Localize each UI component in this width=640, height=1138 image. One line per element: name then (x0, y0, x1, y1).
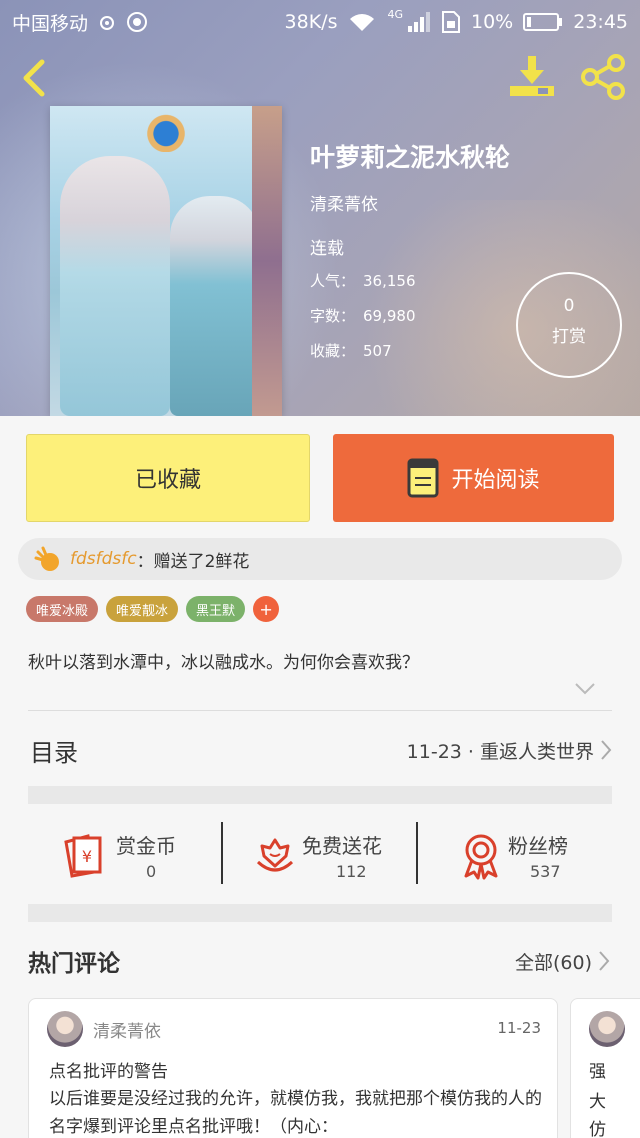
catalog-row[interactable]: 目录 11-23 · 重返人类世界 (0, 712, 640, 788)
tip-count: 0 (563, 296, 575, 316)
book-icon (407, 458, 439, 498)
flower-icon (34, 546, 59, 571)
comment-text-fragment: 大 (589, 1092, 606, 1112)
stats-row: ¥ 赏金币 0 免费送花 112 粉丝榜 537 (0, 822, 640, 906)
chevron-right-icon[interactable] (598, 950, 610, 972)
cover-figure (60, 156, 170, 416)
book-status: 连载 (310, 239, 344, 259)
carrier-name: 中国移动 (12, 12, 89, 35)
book-title: 叶萝莉之泥水秋轮 (310, 143, 511, 172)
favorites-value: 507 (363, 342, 392, 360)
cover-frame (252, 106, 282, 416)
avatar[interactable] (47, 1011, 83, 1047)
collected-label: 已收藏 (134, 468, 201, 493)
hd-signal-icon (96, 13, 118, 31)
chevron-right-icon (601, 740, 612, 760)
flowers-value: 112 (336, 862, 367, 881)
tip-label: 打赏 (552, 327, 586, 347)
section-separator (28, 786, 612, 804)
section-separator (28, 904, 612, 922)
status-bar: 中国移动 38K/s 4G 10% 23:45 (0, 0, 640, 44)
word-count-stat: 字数： 69,980 (310, 305, 416, 326)
red-envelope-icon: ¥ (64, 834, 102, 878)
stat-divider (416, 822, 418, 884)
book-cover-image[interactable] (50, 106, 282, 416)
back-arrow-icon (23, 59, 45, 97)
comment-body: 以后谁要是没经过我的允许，就模仿我，我就把那个模仿我的人的名字爆到评论里点名批评… (49, 1089, 542, 1137)
start-reading-label: 开始阅读 (451, 468, 540, 493)
all-comments-link[interactable]: 全部(60) (515, 948, 592, 975)
gift-user[interactable]: fdsfdsfc (70, 549, 137, 569)
fans-label: 粉丝榜 (508, 834, 568, 858)
network-type: 4G (387, 7, 403, 21)
latest-chapter: 11-23 · 重返人类世界 (406, 740, 594, 763)
hotspot-icon (126, 11, 148, 33)
comment-card[interactable]: 强 大 仿 (570, 998, 640, 1138)
favorites-label: 收藏： (310, 342, 356, 360)
word-count-value: 69,980 (363, 307, 416, 325)
tip-button[interactable]: 0 打赏 (516, 272, 622, 378)
popularity-stat: 人气： 36,156 (310, 270, 416, 291)
svg-text:¥: ¥ (82, 847, 92, 866)
medal-icon (464, 834, 498, 880)
cover-heart-ornament (136, 106, 196, 152)
fans-stat[interactable]: 粉丝榜 537 (456, 822, 596, 906)
download-icon (510, 56, 554, 96)
tag[interactable]: 黑王默 (186, 596, 246, 622)
fans-value: 537 (530, 862, 561, 881)
favorites-stat: 收藏： 507 (310, 340, 392, 361)
gift-text: ：赠送了2鲜花 (136, 551, 250, 572)
share-icon (581, 54, 625, 100)
coins-value: 0 (146, 862, 157, 881)
word-count-label: 字数： (310, 307, 356, 325)
flowers-stat[interactable]: 免费送花 112 (250, 822, 410, 906)
coins-stat[interactable]: ¥ 赏金币 0 (60, 822, 210, 906)
divider (28, 710, 612, 711)
tag[interactable]: 唯爱靓冰 (106, 596, 179, 622)
wifi-icon (347, 11, 377, 33)
back-button[interactable] (14, 56, 58, 100)
coins-label: 赏金币 (116, 834, 176, 858)
comment-heading: 点名批评的警告 (49, 1062, 168, 1082)
catalog-title: 目录 (30, 738, 78, 767)
add-tag-button[interactable]: + (253, 596, 280, 622)
avatar[interactable] (589, 1011, 625, 1047)
flower-outline-icon (256, 838, 294, 872)
comment-author[interactable]: 清柔菁依 (93, 1017, 161, 1042)
comment-card[interactable]: 清柔菁依 11-23 点名批评的警告 以后谁要是没经过我的允许，就模仿我，我就把… (28, 998, 558, 1138)
expand-chevron-icon[interactable] (574, 682, 596, 696)
book-description: 秋叶以落到水潭中，冰以融成水。为何你会喜欢我？ (28, 653, 419, 673)
comment-text-fragment: 强 (589, 1062, 606, 1082)
gift-notice: fdsfdsfc ：赠送了2鲜花 (18, 538, 622, 580)
book-author[interactable]: 清柔菁依 (310, 190, 378, 215)
network-speed: 38K/s (284, 11, 338, 33)
hot-comments-title: 热门评论 (28, 951, 120, 977)
battery-percent: 10% (471, 11, 514, 33)
download-button[interactable] (508, 54, 558, 100)
cover-figure (170, 196, 260, 416)
share-button[interactable] (580, 54, 628, 100)
cell-signal-icon (407, 11, 431, 33)
popularity-value: 36,156 (363, 272, 416, 290)
tag-list: 唯爱冰殿 唯爱靓冰 黑王默 + (26, 596, 280, 622)
clock-time: 23:45 (573, 11, 628, 33)
sim-icon (441, 10, 461, 34)
flowers-label: 免费送花 (302, 834, 382, 858)
stat-divider (221, 822, 223, 884)
popularity-label: 人气： (310, 272, 356, 290)
comment-text-fragment: 仿 (589, 1120, 606, 1138)
tag[interactable]: 唯爱冰殿 (26, 596, 99, 622)
collected-button[interactable]: 已收藏 (26, 434, 310, 522)
comment-date: 11-23 (497, 1019, 541, 1037)
start-reading-button[interactable]: 开始阅读 (333, 434, 614, 522)
battery-icon (523, 12, 563, 32)
